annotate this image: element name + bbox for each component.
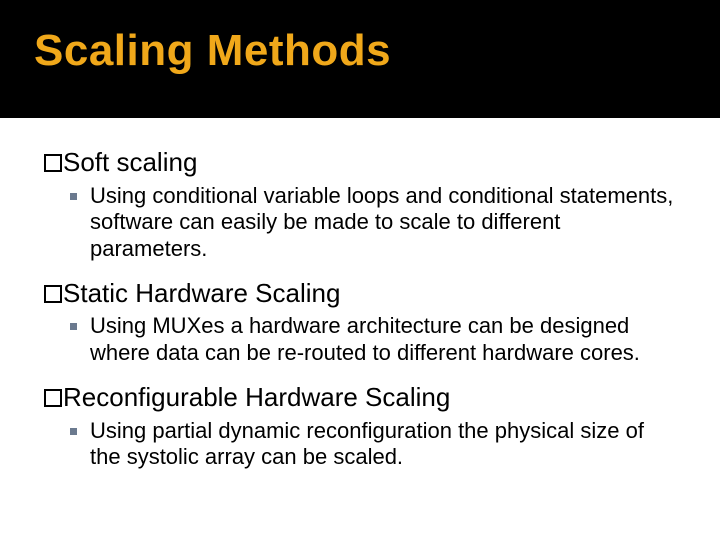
- title-band: Scaling Methods: [0, 0, 720, 118]
- heading-text: Soft scaling: [63, 147, 197, 177]
- section-body-2: Using MUXes a hardware architecture can …: [90, 313, 676, 367]
- slide: { "title": "Scaling Methods", "sections"…: [0, 0, 720, 540]
- square-bullet-icon: [70, 323, 77, 330]
- square-bullet-icon: [70, 193, 77, 200]
- section-heading-3: Reconfigurable Hardware Scaling: [44, 381, 676, 414]
- body-text: Using partial dynamic reconfiguration th…: [90, 418, 644, 470]
- section-body-1: Using conditional variable loops and con…: [90, 183, 676, 263]
- slide-body: Soft scaling Using conditional variable …: [0, 118, 720, 471]
- checkbox-icon: [44, 154, 62, 172]
- body-text: Using conditional variable loops and con…: [90, 183, 673, 262]
- checkbox-icon: [44, 285, 62, 303]
- section-body-3: Using partial dynamic reconfiguration th…: [90, 418, 676, 472]
- heading-text: Static Hardware Scaling: [63, 278, 340, 308]
- square-bullet-icon: [70, 428, 77, 435]
- section-heading-1: Soft scaling: [44, 146, 676, 179]
- section-heading-2: Static Hardware Scaling: [44, 277, 676, 310]
- slide-title: Scaling Methods: [34, 26, 720, 76]
- body-text: Using MUXes a hardware architecture can …: [90, 313, 640, 365]
- checkbox-icon: [44, 389, 62, 407]
- heading-text: Reconfigurable Hardware Scaling: [63, 382, 450, 412]
